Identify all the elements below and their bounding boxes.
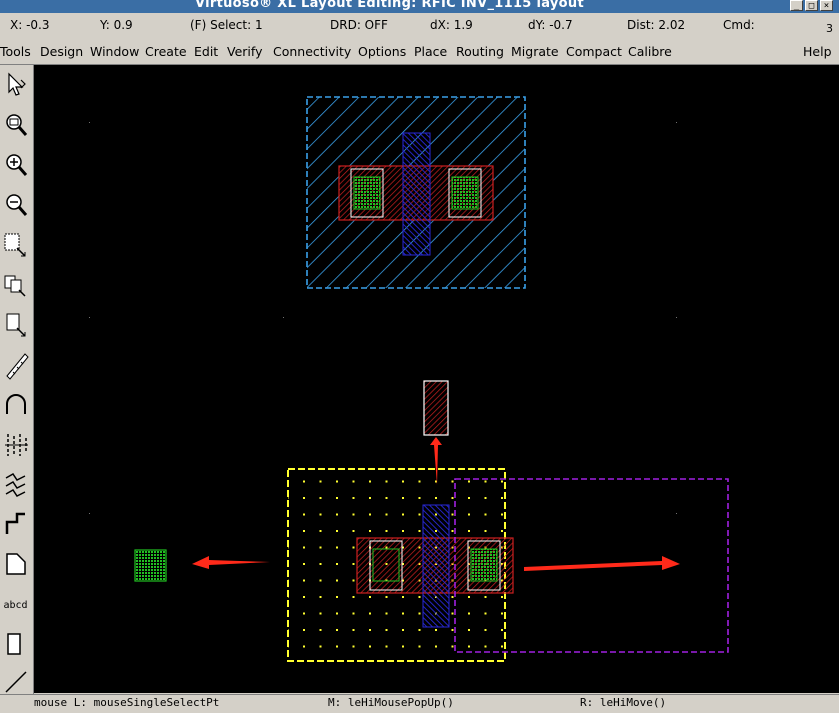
cursor-y: Y: 0.9 (100, 18, 133, 32)
command-label: Cmd: (723, 18, 755, 32)
moved-poly-block[interactable] (423, 380, 449, 436)
mouse-binding-bar: mouse L: mouseSingleSelectPt M: leHiMous… (0, 694, 839, 713)
mouse-middle-binding: M: leHiMousePopUp() (328, 696, 454, 709)
delta-x: dX: 1.9 (430, 18, 473, 32)
maximize-button[interactable]: □ (805, 0, 818, 11)
stretch-icon[interactable] (1, 227, 30, 263)
distance: Dist: 2.02 (627, 18, 686, 32)
minimize-button[interactable]: _ (790, 0, 803, 11)
menu-tools[interactable]: Tools (0, 44, 31, 59)
arc-icon[interactable] (1, 387, 30, 423)
contact-lower-left[interactable] (372, 548, 400, 582)
title-bar: Virtuoso® XL Layout Editing: RFIC INV_11… (0, 0, 839, 13)
cursor-x: X: -0.3 (10, 18, 50, 32)
moved-contact[interactable] (134, 549, 167, 582)
upper-inverter[interactable] (306, 96, 526, 289)
path-icon[interactable] (1, 467, 30, 503)
label-icon[interactable]: abcd (1, 587, 30, 623)
rectangle-icon[interactable] (1, 627, 30, 663)
step-icon[interactable] (1, 507, 30, 543)
menu-help[interactable]: Help (803, 44, 832, 59)
zoom-out-icon[interactable] (1, 187, 30, 223)
delta-y: dY: -0.7 (528, 18, 573, 32)
gate-poly[interactable] (402, 132, 431, 256)
zoom-fit-icon[interactable] (1, 107, 30, 143)
mouse-right-binding: R: leHiMove() (580, 696, 667, 709)
copy-icon[interactable] (1, 267, 30, 303)
cursor-arrow-icon[interactable] (1, 67, 30, 103)
menu-migrate[interactable]: Migrate (511, 44, 559, 59)
menu-options[interactable]: Options (358, 44, 406, 59)
layout-canvas[interactable] (34, 65, 839, 693)
arrow-left (192, 556, 270, 569)
menu-verify[interactable]: Verify (227, 44, 262, 59)
status-bar: X: -0.3 Y: 0.9 (F) Select: 1 DRD: OFF dX… (0, 13, 839, 40)
close-button[interactable]: × (820, 0, 833, 11)
tool-palette: abcd (0, 65, 34, 695)
contact-right[interactable] (451, 176, 479, 210)
arrow-right (524, 556, 680, 571)
contact-lower-right[interactable] (470, 548, 498, 582)
mouse-left-binding: mouse L: mouseSingleSelectPt (34, 696, 220, 709)
menu-place[interactable]: Place (414, 44, 447, 59)
menu-design[interactable]: Design (40, 44, 83, 59)
label-text: abcd (3, 599, 28, 611)
status-count: 3 (826, 22, 833, 35)
select-count: (F) Select: 1 (190, 18, 263, 32)
polygon-icon[interactable] (1, 547, 30, 583)
menu-compact[interactable]: Compact (566, 44, 622, 59)
menu-routing[interactable]: Routing (456, 44, 504, 59)
drd-status: DRD: OFF (330, 18, 388, 32)
wire-icon[interactable] (1, 427, 30, 463)
menu-calibre[interactable]: Calibre (628, 44, 672, 59)
menu-window[interactable]: Window (90, 44, 139, 59)
menu-connectivity[interactable]: Connectivity (273, 44, 351, 59)
contact-left[interactable] (353, 176, 381, 210)
ruler-icon[interactable] (1, 347, 30, 383)
lower-inverter-selection[interactable] (287, 468, 514, 662)
menu-bar: Tools Design Window Create Edit Verify C… (0, 40, 839, 65)
layout-drawing[interactable] (34, 65, 839, 693)
gate-poly-lower[interactable] (422, 504, 450, 628)
window-title: Virtuoso® XL Layout Editing: RFIC INV_11… (195, 0, 584, 11)
move-icon[interactable] (1, 307, 30, 343)
zoom-in-icon[interactable] (1, 147, 30, 183)
menu-edit[interactable]: Edit (194, 44, 218, 59)
menu-create[interactable]: Create (145, 44, 187, 59)
